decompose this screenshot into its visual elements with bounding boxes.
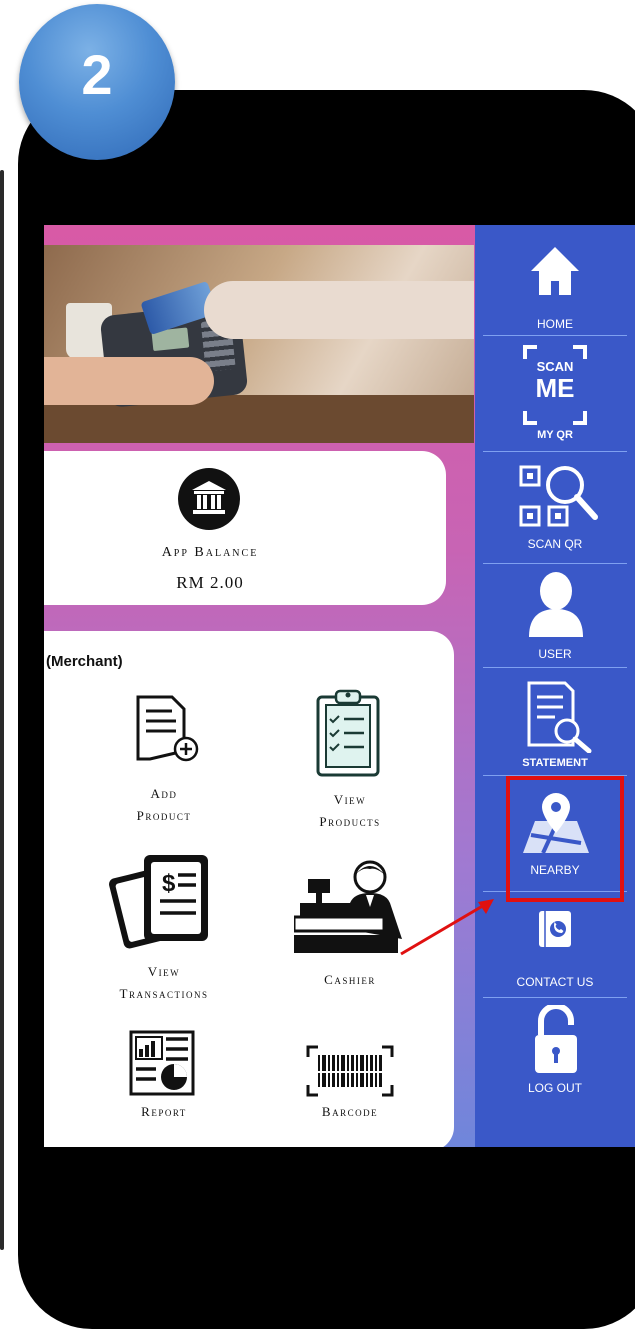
sidebar-menu: HOME SCAN ME MY QR SCAN QR USER STATEMEN… <box>475 225 635 1147</box>
sidebar-item-statement[interactable]: STATEMENT <box>475 673 635 777</box>
bank-icon <box>178 468 240 530</box>
barcode-label[interactable]: Barcode <box>260 1101 440 1123</box>
home-icon <box>529 245 581 297</box>
report-label[interactable]: Report <box>74 1101 254 1123</box>
sidebar-label-home: HOME <box>537 317 573 331</box>
scan-me-qr-icon: SCAN ME <box>523 345 587 425</box>
report-icon[interactable] <box>128 1029 200 1101</box>
scan-qr-icon <box>519 463 599 535</box>
sidebar-item-user[interactable]: USER <box>475 567 635 667</box>
cashier-label[interactable]: Cashier <box>260 969 440 991</box>
app-screen: App Balance RM 2.00 (Merchant) Add Produ… <box>44 225 635 1147</box>
nearby-highlight-box <box>506 776 624 902</box>
add-product-label[interactable]: Add Product <box>74 783 254 827</box>
svg-text:$: $ <box>162 870 176 897</box>
step-number: 2 <box>81 43 113 106</box>
phone-icon <box>537 909 573 949</box>
barcode-icon[interactable] <box>306 1045 394 1097</box>
sidebar-item-my-qr[interactable]: SCAN ME MY QR <box>475 341 635 449</box>
sidebar-label-contact-us: CONTACT US <box>516 975 594 989</box>
balance-value: RM 2.00 <box>176 573 244 592</box>
balance-label: App Balance <box>161 545 259 560</box>
scan-me-top-text: SCAN <box>536 359 574 374</box>
sidebar-label-scan-qr: SCAN QR <box>527 537 583 551</box>
padlock-icon <box>533 1005 579 1075</box>
sidebar-item-scan-qr[interactable]: SCAN QR <box>475 457 635 567</box>
sidebar-label-statement: STATEMENT <box>522 757 588 769</box>
user-icon <box>527 571 585 637</box>
view-products-icon[interactable] <box>314 687 386 779</box>
merchant-section-title: (Merchant) <box>46 653 123 670</box>
statement-icon <box>525 679 595 753</box>
sidebar-label-log-out: LOG OUT <box>527 1081 582 1095</box>
add-product-icon[interactable] <box>128 693 200 765</box>
sidebar-item-contact-us[interactable]: CONTACT US <box>475 901 635 993</box>
view-products-label[interactable]: View Products <box>260 789 440 833</box>
sidebar-label-my-qr: MY QR <box>537 429 573 441</box>
payment-terminal-banner-image <box>44 245 474 443</box>
sidebar-item-home[interactable]: HOME <box>475 245 635 335</box>
view-transactions-label[interactable]: View Transactions <box>74 961 254 1005</box>
step-badge: 2 <box>19 4 175 160</box>
scan-me-main-text: ME <box>535 373 575 403</box>
adjacent-device-edge <box>0 170 4 1250</box>
view-transactions-icon[interactable]: $ <box>108 849 218 949</box>
sidebar-label-user: USER <box>538 647 572 661</box>
sidebar-item-log-out[interactable]: LOG OUT <box>475 1001 635 1101</box>
cashier-icon[interactable] <box>294 859 404 959</box>
